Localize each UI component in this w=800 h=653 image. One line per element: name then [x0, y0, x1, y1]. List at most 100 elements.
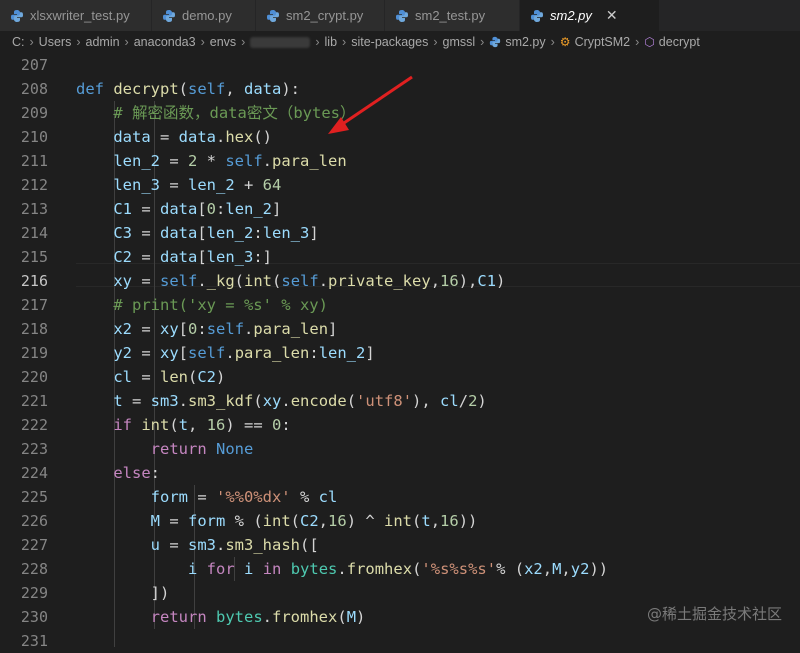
code-line[interactable]: 219 y2 = xy[self.para_len:len_2] — [0, 341, 800, 365]
code-editor[interactable]: 207 208 def decrypt(self, data): 209 # 解密函数… — [0, 53, 800, 650]
code-line[interactable]: 225 form = '%%0%dx' % cl — [0, 485, 800, 509]
chevron-right-icon: › — [241, 35, 246, 49]
breadcrumb-class-label: CryptSM2 — [574, 35, 631, 49]
line-text: C3 = data[len_2:len_3] — [113, 224, 319, 242]
breadcrumb-item[interactable]: site-packages — [351, 35, 428, 49]
tab-label: xlsxwriter_test.py — [30, 8, 130, 23]
code-line[interactable]: 224 else: — [0, 461, 800, 485]
line-number: 214 — [20, 224, 48, 242]
line-text: data = data.hex() — [113, 128, 272, 146]
code-line[interactable]: 227 u = sm3.sm3_hash([ — [0, 533, 800, 557]
line-number: 221 — [20, 392, 48, 410]
code-line[interactable]: 215 C2 = data[len_3:] — [0, 245, 800, 269]
line-text: return bytes.fromhex(M) — [150, 608, 366, 626]
line-text: else: — [113, 464, 160, 482]
code-line[interactable]: 213 C1 = data[0:len_2] — [0, 197, 800, 221]
line-number: 223 — [20, 440, 48, 458]
chevron-right-icon: › — [29, 35, 34, 49]
code-line[interactable]: 229 ]) — [0, 581, 800, 605]
python-file-icon — [490, 36, 501, 48]
breadcrumb-item[interactable]: gmssl — [443, 35, 476, 49]
line-number: 207 — [20, 56, 48, 74]
code-line[interactable]: 218 x2 = xy[0:self.para_len] — [0, 317, 800, 341]
line-text: i for i in bytes.fromhex('%s%s%s'% (x2,M… — [187, 560, 609, 578]
code-line[interactable]: 211 len_2 = 2 * self.para_len — [0, 149, 800, 173]
chevron-right-icon: › — [76, 35, 81, 49]
close-icon[interactable]: ✕ — [606, 7, 618, 24]
line-number: 216 — [20, 272, 48, 290]
breadcrumb-file-label: sm2.py — [505, 35, 546, 49]
tab-bar: xlsxwriter_test.py demo.py sm2_crypt.py … — [0, 0, 800, 31]
line-number: 213 — [20, 200, 48, 218]
line-text: if int(t, 16) == 0: — [113, 416, 291, 434]
line-text: ]) — [76, 584, 170, 602]
python-file-icon — [267, 9, 279, 22]
chevron-right-icon: › — [550, 35, 555, 49]
line-number: 224 — [20, 464, 48, 482]
code-line[interactable]: 207 — [0, 53, 800, 77]
code-line[interactable]: 231 — [0, 629, 800, 653]
breadcrumb-item[interactable]: envs — [210, 35, 236, 49]
line-number: 220 — [20, 368, 48, 386]
breadcrumb: C: › Users › admin › anaconda3 › envs › › lib… — [0, 31, 800, 53]
line-text: form = '%%0%dx' % cl — [150, 488, 338, 506]
code-line[interactable]: 228 i for i in bytes.fromhex('%s%s%s'% (… — [0, 557, 800, 581]
breadcrumb-item[interactable]: anaconda3 — [134, 35, 196, 49]
tab-label: sm2.py — [550, 8, 592, 23]
code-line[interactable]: 220 cl = len(C2) — [0, 365, 800, 389]
code-line[interactable]: 222 if int(t, 16) == 0: — [0, 413, 800, 437]
breadcrumb-method-label: decrypt — [658, 35, 700, 49]
chevron-right-icon: › — [315, 35, 320, 49]
code-line[interactable]: 216 xy = self._kg(int(self.private_key,1… — [0, 269, 800, 293]
line-number: 212 — [20, 176, 48, 194]
code-line[interactable]: 212 len_3 = len_2 + 64 — [0, 173, 800, 197]
code-line[interactable]: 223 return None — [0, 437, 800, 461]
breadcrumb-class[interactable]: ⚙ CryptSM2 — [560, 35, 630, 49]
line-number: 228 — [20, 560, 48, 578]
python-file-icon — [396, 9, 408, 22]
line-number: 231 — [20, 632, 48, 650]
breadcrumb-file[interactable]: sm2.py — [489, 35, 546, 49]
breadcrumb-item[interactable]: C: — [12, 35, 25, 49]
line-text: return None — [150, 440, 254, 458]
breadcrumb-method[interactable]: ⬡ decrypt — [644, 35, 699, 49]
blurred-path-segment — [250, 36, 311, 48]
line-number: 209 — [20, 104, 48, 122]
line-number: 211 — [20, 152, 48, 170]
line-number: 219 — [20, 344, 48, 362]
code-line[interactable]: 226 M = form % (int(C2,16) ^ int(t,16)) — [0, 509, 800, 533]
breadcrumb-item[interactable]: lib — [325, 35, 338, 49]
tab-xlsxwriter-test[interactable]: xlsxwriter_test.py — [0, 0, 152, 31]
line-number: 217 — [20, 296, 48, 314]
chevron-right-icon: › — [200, 35, 205, 49]
line-number: 215 — [20, 248, 48, 266]
breadcrumb-item[interactable]: admin — [86, 35, 120, 49]
line-number: 227 — [20, 536, 48, 554]
tab-sm2-active[interactable]: sm2.py ✕ — [520, 0, 660, 31]
tab-sm2-crypt[interactable]: sm2_crypt.py — [256, 0, 385, 31]
breadcrumb-item[interactable]: Users — [39, 35, 72, 49]
python-file-icon — [163, 9, 175, 22]
line-number: 208 — [20, 80, 48, 98]
code-line[interactable]: 208 def decrypt(self, data): — [0, 77, 800, 101]
line-number: 218 — [20, 320, 48, 338]
python-file-icon — [11, 9, 23, 22]
line-number: 229 — [20, 584, 48, 602]
code-line[interactable]: 217 # print('xy = %s' % xy) — [0, 293, 800, 317]
line-text: # print('xy = %s' % xy) — [113, 296, 328, 314]
line-number: 222 — [20, 416, 48, 434]
line-text: t = sm3.sm3_kdf(xy.encode('utf8'), cl/2) — [113, 392, 487, 410]
line-text: len_3 = len_2 + 64 — [113, 176, 282, 194]
tab-label: demo.py — [182, 8, 232, 23]
tab-demo[interactable]: demo.py — [152, 0, 256, 31]
code-line[interactable]: 210 data = data.hex() — [0, 125, 800, 149]
chevron-right-icon: › — [124, 35, 129, 49]
code-line[interactable]: 209 # 解密函数，data密文（bytes） — [0, 101, 800, 125]
code-line[interactable]: 214 C3 = data[len_2:len_3] — [0, 221, 800, 245]
line-text: len_2 = 2 * self.para_len — [113, 152, 347, 170]
line-number: 210 — [20, 128, 48, 146]
tab-sm2-test[interactable]: sm2_test.py — [385, 0, 520, 31]
code-line[interactable]: 221 t = sm3.sm3_kdf(xy.encode('utf8'), c… — [0, 389, 800, 413]
line-text: C2 = data[len_3:] — [113, 248, 273, 266]
chevron-right-icon: › — [480, 35, 485, 49]
